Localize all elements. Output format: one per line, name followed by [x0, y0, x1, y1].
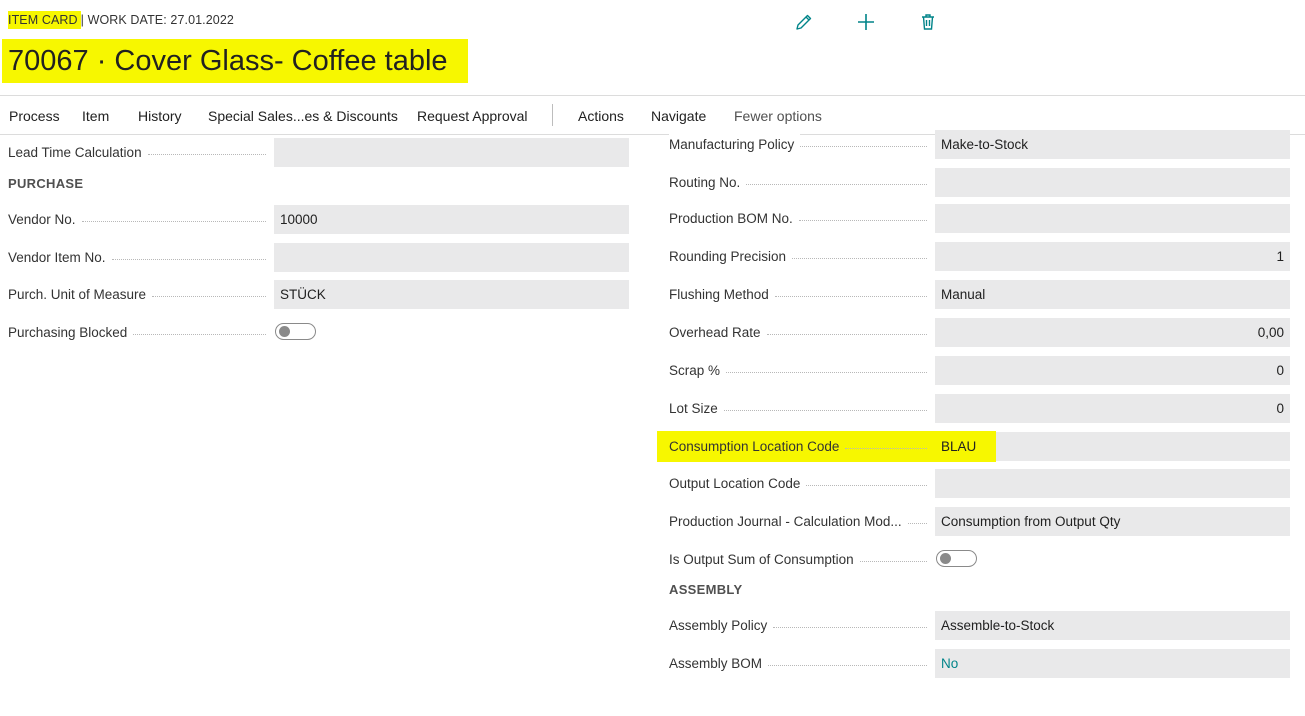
- field-label: Output Location Code: [669, 469, 807, 498]
- vendor-no-input[interactable]: 10000: [274, 205, 629, 234]
- field-label: Rounding Precision: [669, 242, 793, 271]
- field-label: Consumption Location Code: [669, 432, 846, 461]
- field-scrap-percent: Scrap % 0: [669, 356, 1290, 385]
- vendor-item-no-input[interactable]: [274, 243, 629, 272]
- output-location-code-input[interactable]: [935, 469, 1290, 498]
- field-label: Overhead Rate: [669, 318, 767, 347]
- field-label: Vendor No.: [8, 205, 82, 234]
- assembly-bom-link[interactable]: No: [935, 649, 1290, 678]
- field-label: Routing No.: [669, 168, 747, 197]
- action-bar: Process Item History Special Sales...es …: [0, 95, 1305, 135]
- flushing-method-select[interactable]: Manual: [935, 280, 1290, 309]
- scrap-percent-input[interactable]: 0: [935, 356, 1290, 385]
- field-production-bom-no: Production BOM No.: [669, 204, 1290, 233]
- field-label: Flushing Method: [669, 280, 775, 309]
- special-sales-menu[interactable]: Special Sales...es & Discounts: [208, 108, 398, 124]
- action-bar-divider: [552, 104, 553, 126]
- field-assembly-policy: Assembly Policy Assemble-to-Stock: [669, 611, 1290, 640]
- rounding-precision-input[interactable]: 1: [935, 242, 1290, 271]
- overhead-rate-input[interactable]: 0,00: [935, 318, 1290, 347]
- field-label: Production BOM No.: [669, 204, 799, 233]
- field-production-journal-calculation-mode: Production Journal - Calculation Mod... …: [669, 507, 1290, 536]
- page-title: 70067 · Cover Glass- Coffee table: [2, 39, 468, 83]
- field-vendor-item-no: Vendor Item No.: [8, 243, 629, 272]
- lead-time-calculation-input[interactable]: [274, 138, 629, 167]
- item-menu[interactable]: Item: [82, 108, 109, 124]
- page-caption: ITEM CARD | WORK DATE: 27.01.2022: [8, 11, 234, 29]
- field-label: Vendor Item No.: [8, 243, 112, 272]
- field-label: Lead Time Calculation: [8, 138, 148, 167]
- production-journal-calculation-mode-select[interactable]: Consumption from Output Qty: [935, 507, 1290, 536]
- consumption-location-code-input[interactable]: BLAU: [935, 432, 1290, 461]
- history-menu[interactable]: History: [138, 108, 182, 124]
- toggle-knob: [940, 553, 951, 564]
- manufacturing-policy-select[interactable]: Make-to-Stock: [935, 130, 1290, 159]
- plus-icon[interactable]: [854, 10, 878, 34]
- field-label: Assembly BOM: [669, 649, 769, 678]
- trash-icon[interactable]: [916, 10, 940, 34]
- pencil-icon[interactable]: [792, 10, 816, 34]
- field-overhead-rate: Overhead Rate 0,00: [669, 318, 1290, 347]
- navigate-menu[interactable]: Navigate: [651, 108, 706, 124]
- work-date-label: | WORK DATE: 27.01.2022: [80, 13, 234, 27]
- field-label: Purchasing Blocked: [8, 318, 134, 347]
- field-label: Purch. Unit of Measure: [8, 280, 153, 309]
- toggle-knob: [279, 326, 290, 337]
- actions-menu[interactable]: Actions: [578, 108, 624, 124]
- request-approval-menu[interactable]: Request Approval: [417, 108, 528, 124]
- routing-no-input[interactable]: [935, 168, 1290, 197]
- assembly-policy-select[interactable]: Assemble-to-Stock: [935, 611, 1290, 640]
- lot-size-input[interactable]: 0: [935, 394, 1290, 423]
- field-vendor-no: Vendor No. 10000: [8, 205, 629, 234]
- fewer-options-button[interactable]: Fewer options: [734, 108, 822, 124]
- field-lead-time-calculation: Lead Time Calculation: [8, 138, 629, 167]
- header-actions: [792, 10, 952, 34]
- card-type-label: ITEM CARD: [8, 11, 81, 29]
- field-flushing-method: Flushing Method Manual: [669, 280, 1290, 309]
- field-is-output-sum-of-consumption: Is Output Sum of Consumption: [669, 545, 1290, 574]
- purchase-section-heading[interactable]: PURCHASE: [8, 176, 83, 191]
- field-label: Scrap %: [669, 356, 727, 385]
- field-label: Production Journal - Calculation Mod...: [669, 507, 908, 536]
- field-output-location-code: Output Location Code: [669, 469, 1290, 498]
- production-bom-no-input[interactable]: [935, 204, 1290, 233]
- field-routing-no: Routing No.: [669, 168, 1290, 197]
- field-label: Assembly Policy: [669, 611, 774, 640]
- field-label: Manufacturing Policy: [669, 130, 801, 159]
- purch-unit-of-measure-input[interactable]: STÜCK: [274, 280, 629, 309]
- field-label: Is Output Sum of Consumption: [669, 545, 860, 574]
- is-output-sum-toggle[interactable]: [936, 550, 977, 567]
- process-menu[interactable]: Process: [9, 108, 60, 124]
- field-lot-size: Lot Size 0: [669, 394, 1290, 423]
- field-purchasing-blocked: Purchasing Blocked: [8, 318, 629, 347]
- field-assembly-bom: Assembly BOM No: [669, 649, 1290, 678]
- field-consumption-location-code: Consumption Location Code BLAU: [669, 432, 1290, 461]
- field-purch-unit-of-measure: Purch. Unit of Measure STÜCK: [8, 280, 629, 309]
- field-manufacturing-policy: Manufacturing Policy Make-to-Stock: [669, 130, 1290, 159]
- field-label: Lot Size: [669, 394, 724, 423]
- assembly-section-heading[interactable]: ASSEMBLY: [669, 582, 742, 597]
- field-rounding-precision: Rounding Precision 1: [669, 242, 1290, 271]
- purchasing-blocked-toggle[interactable]: [275, 323, 316, 340]
